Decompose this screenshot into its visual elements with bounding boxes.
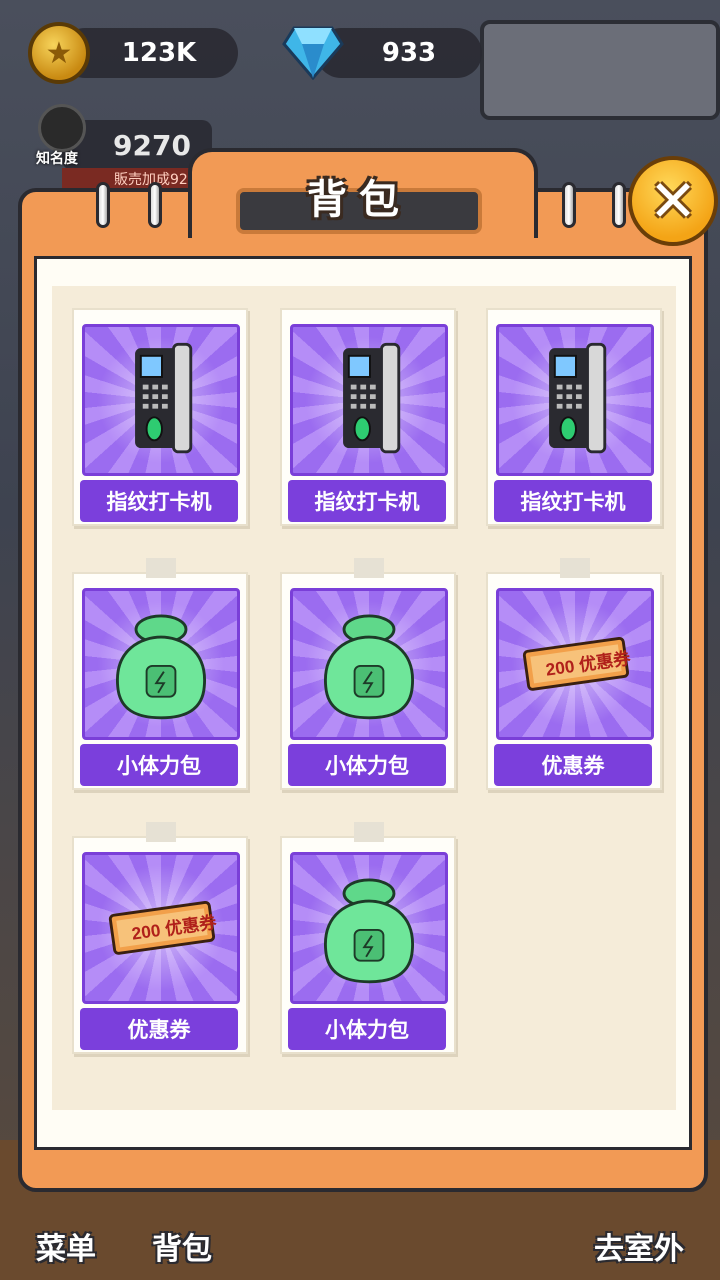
fingerprint-clock-icon: [496, 324, 654, 476]
fingerprint-clock-icon: [82, 324, 240, 476]
fame-value: 9270: [113, 128, 191, 162]
page-title: 背包: [307, 177, 411, 223]
inventory-item-card[interactable]: 200 优惠券 优惠券: [486, 558, 662, 790]
energy-bag-icon: [82, 588, 240, 740]
fingerprint-clock-icon: [290, 324, 448, 476]
energy-bag-icon: [290, 588, 448, 740]
close-icon: ✕: [648, 167, 698, 235]
tape-decoration: [560, 558, 590, 578]
inventory-item-card[interactable]: 小体力包: [280, 822, 456, 1054]
item-name-label: 指纹打卡机: [288, 480, 446, 522]
item-name-label: 优惠券: [80, 1008, 238, 1050]
coin-value: 123K: [121, 38, 197, 68]
go-outside-button[interactable]: 去室外: [594, 1224, 684, 1268]
bag-button[interactable]: 背包: [152, 1224, 212, 1268]
diamond-icon: [282, 26, 344, 80]
inventory-item-card[interactable]: 指纹打卡机: [486, 308, 662, 526]
inventory-item-card[interactable]: 指纹打卡机: [280, 308, 456, 526]
inventory-item-card[interactable]: 200 优惠券 优惠券: [72, 822, 248, 1054]
tape-decoration: [146, 558, 176, 578]
item-name-label: 指纹打卡机: [494, 480, 652, 522]
binder-ring: [612, 182, 626, 228]
item-name-label: 指纹打卡机: [80, 480, 238, 522]
binder-ring: [562, 182, 576, 228]
energy-bag-icon: [290, 852, 448, 1004]
inventory-item-card[interactable]: 指纹打卡机: [72, 308, 248, 526]
coin-icon: ★: [28, 22, 90, 84]
avatar: [38, 104, 86, 152]
item-name-label: 小体力包: [288, 744, 446, 786]
inventory-item-card[interactable]: 小体力包: [280, 558, 456, 790]
fame-label: 知名度: [36, 151, 78, 167]
menu-button[interactable]: 菜单: [36, 1224, 96, 1268]
binder-ring: [96, 182, 110, 228]
gem-value: 933: [381, 38, 437, 68]
background-shelf: [480, 20, 720, 120]
item-name-label: 小体力包: [288, 1008, 446, 1050]
title-plate: 背包: [236, 177, 482, 234]
inventory-item-card[interactable]: 小体力包: [72, 558, 248, 790]
item-name-label: 小体力包: [80, 744, 238, 786]
tape-decoration: [146, 822, 176, 842]
coupon-icon: 200 优惠券: [496, 588, 654, 740]
item-name-label: 优惠券: [494, 744, 652, 786]
tape-decoration: [354, 558, 384, 578]
close-button[interactable]: ✕: [628, 156, 718, 246]
tape-decoration: [354, 822, 384, 842]
coupon-icon: 200 优惠券: [82, 852, 240, 1004]
binder-ring: [148, 182, 162, 228]
